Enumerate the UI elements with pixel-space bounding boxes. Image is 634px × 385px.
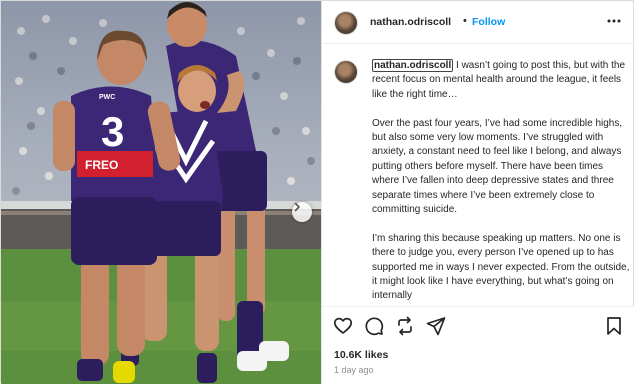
like-count[interactable]: 10.6K likes <box>334 349 388 361</box>
post-header: nathan.odriscoll • Follow <box>322 1 634 44</box>
header-separator: • <box>463 15 467 27</box>
caption-paragraph: Over the past four years, I’ve had some … <box>372 117 623 216</box>
instagram-post: 3 FREO PWC nathan.odriscoll • Follow nat… <box>0 0 634 385</box>
caption-username[interactable]: nathan.odriscoll <box>372 59 454 72</box>
post-timestamp[interactable]: 1 day ago <box>334 365 374 375</box>
caption-paragraph: nathan.odriscoll I wasn’t going to post … <box>372 59 630 102</box>
jersey-sponsor: FREO <box>85 158 118 172</box>
caption-paragraph: I’m sharing this because speaking up mat… <box>372 232 630 302</box>
comment-icon[interactable] <box>364 316 384 336</box>
jersey-chest-logo: PWC <box>99 94 115 101</box>
more-options-icon[interactable] <box>606 13 622 29</box>
bookmark-icon[interactable] <box>604 316 624 336</box>
post-photo[interactable]: 3 FREO PWC <box>1 1 321 384</box>
share-icon[interactable] <box>395 316 415 336</box>
send-icon[interactable] <box>426 316 446 336</box>
post-footer: 10.6K likes 1 day ago <box>322 306 634 385</box>
header-username[interactable]: nathan.odriscoll <box>370 16 451 28</box>
heart-icon[interactable] <box>333 316 353 336</box>
chevron-right-icon <box>294 202 300 212</box>
caption-section: nathan.odriscoll I wasn’t going to post … <box>322 44 634 306</box>
caption-text: nathan.odriscoll I wasn’t going to post … <box>372 59 630 306</box>
follow-button[interactable]: Follow <box>472 16 505 28</box>
caption-avatar[interactable] <box>334 60 358 84</box>
avatar[interactable] <box>334 11 358 35</box>
jersey-number: 3 <box>101 108 124 155</box>
photo-scene: 3 FREO PWC <box>1 1 321 384</box>
post-details: nathan.odriscoll • Follow nathan.odrisco… <box>321 1 634 385</box>
carousel-next-button[interactable] <box>292 202 312 222</box>
